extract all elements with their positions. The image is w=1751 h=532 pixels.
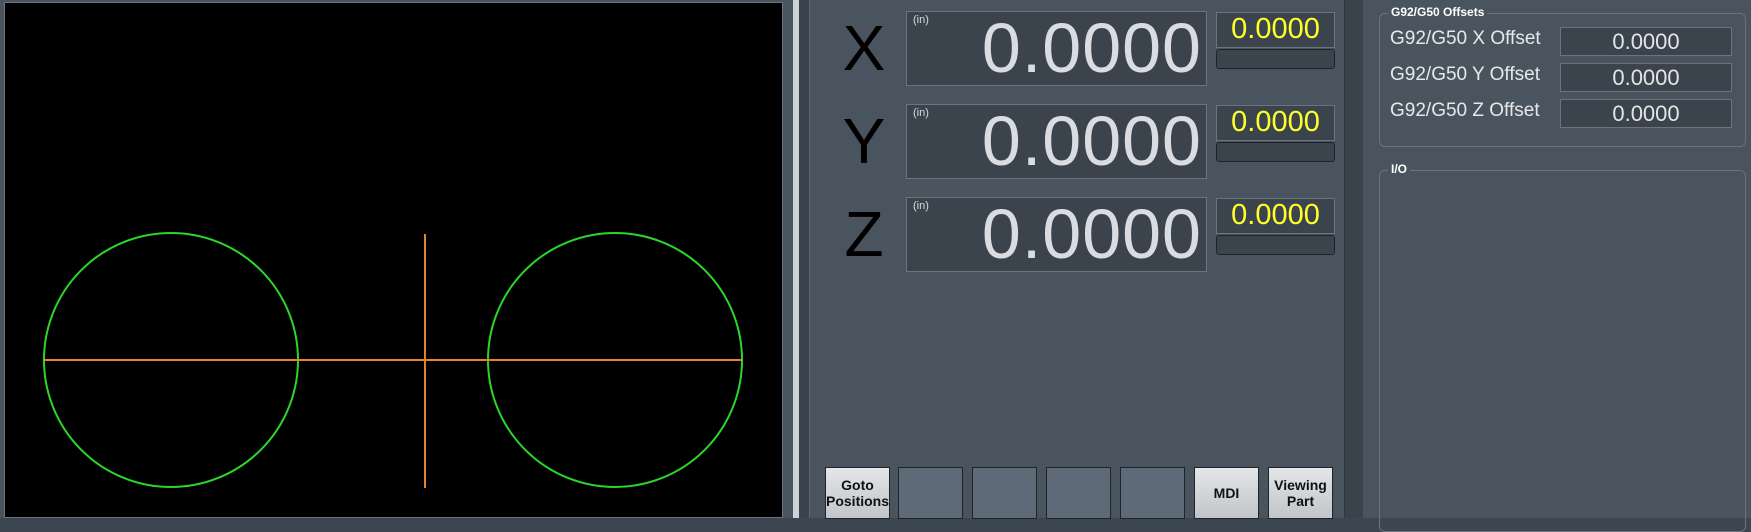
axis-x-label: X (842, 12, 886, 84)
goto-positions-button[interactable]: Goto Positions (825, 467, 890, 519)
offsets-io-panel: G92/G50 Offsets G92/G50 X Offset 0.0000 … (1363, 0, 1751, 532)
blank-button-3[interactable] (1046, 467, 1111, 519)
io-group-title: I/O (1388, 162, 1411, 176)
y-offset-label: G92/G50 Y Offset (1390, 64, 1540, 85)
io-group: I/O (1379, 162, 1746, 532)
x-unit-label: (in) (913, 14, 929, 26)
z-offset-label: G92/G50 Z Offset (1390, 100, 1540, 121)
offsets-group-title: G92/G50 Offsets (1388, 5, 1488, 19)
y-status-bar (1216, 142, 1335, 162)
panel-divider-right (1345, 0, 1363, 518)
viewing-part-button[interactable]: Viewing Part (1268, 467, 1333, 519)
x-status-bar (1216, 49, 1335, 69)
toolpath-graphic (43, 232, 743, 488)
toolpath-display[interactable] (4, 2, 783, 518)
x-dro-display[interactable]: (in) 0.0000 (906, 11, 1207, 86)
y-offset-field[interactable]: 0.0000 (1560, 63, 1732, 92)
z-offset-field[interactable]: 0.0000 (1560, 99, 1732, 128)
y-dro-value: 0.0000 (981, 102, 1202, 180)
y-machine-value[interactable]: 0.0000 (1216, 105, 1335, 141)
mdi-button[interactable]: MDI (1194, 467, 1259, 519)
y-dro-display[interactable]: (in) 0.0000 (906, 104, 1207, 179)
dro-panel: X (in) 0.0000 0.0000 Y (in) 0.0000 0.000… (809, 0, 1345, 519)
z-dro-value: 0.0000 (981, 195, 1202, 273)
axis-z-label: Z (844, 198, 884, 270)
offsets-group: G92/G50 Offsets G92/G50 X Offset 0.0000 … (1379, 5, 1746, 147)
blank-button-4[interactable] (1120, 467, 1185, 519)
z-status-bar (1216, 235, 1335, 255)
toolpath-viewport (0, 0, 793, 518)
x-machine-value[interactable]: 0.0000 (1216, 12, 1335, 48)
z-unit-label: (in) (913, 200, 929, 212)
x-offset-label: G92/G50 X Offset (1390, 28, 1541, 49)
y-unit-label: (in) (913, 107, 929, 119)
z-dro-display[interactable]: (in) 0.0000 (906, 197, 1207, 272)
panel-divider (799, 0, 809, 518)
z-machine-value[interactable]: 0.0000 (1216, 198, 1335, 234)
blank-button-1[interactable] (898, 467, 963, 519)
x-offset-field[interactable]: 0.0000 (1560, 27, 1732, 56)
x-dro-value: 0.0000 (981, 9, 1202, 87)
axis-y-label: Y (842, 105, 886, 177)
blank-button-2[interactable] (972, 467, 1037, 519)
